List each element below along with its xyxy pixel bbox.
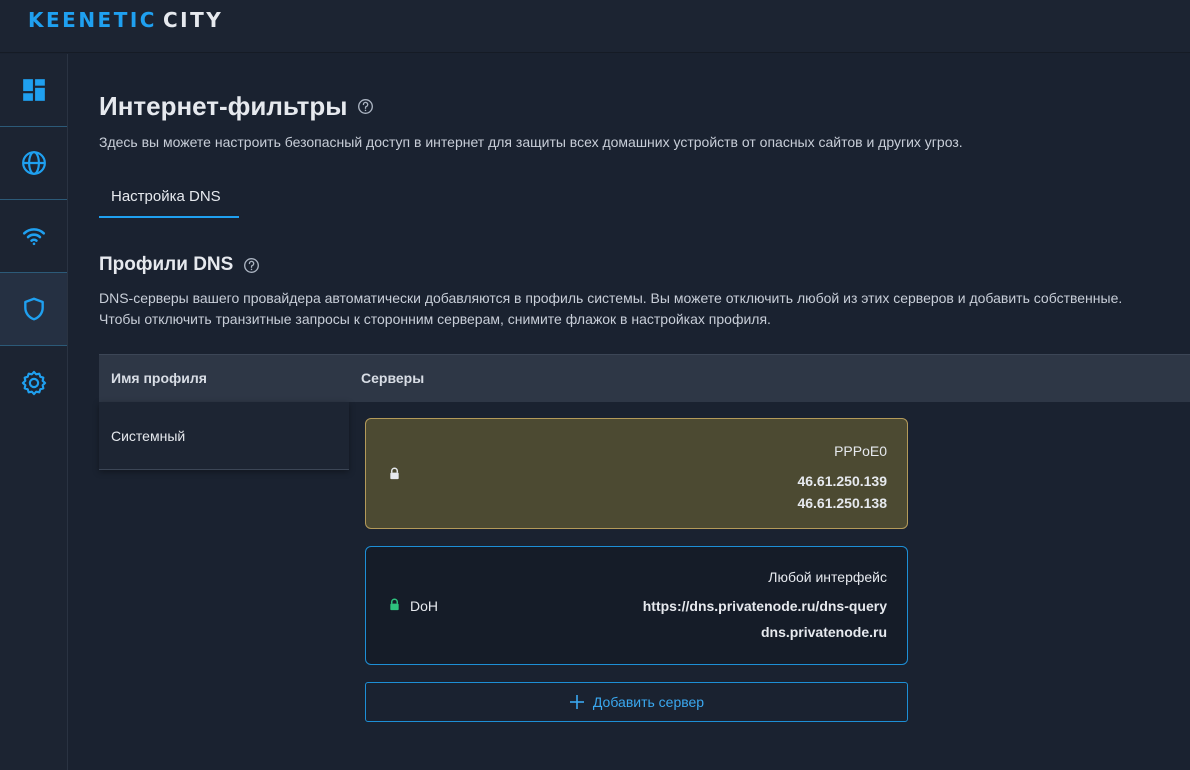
globe-icon (21, 151, 46, 175)
top-bar: KEENETIC CITY (0, 0, 1190, 53)
page-title-text: Интернет-фильтры (99, 91, 348, 121)
sidebar-item-dashboard[interactable] (0, 54, 67, 127)
wifi-icon (22, 228, 45, 246)
server-address: dns.privatenode.ru (760, 624, 887, 640)
section-title-text: Профили DNS (99, 254, 234, 275)
page-title: Интернет-фильтры (99, 91, 374, 122)
server-interface: PPPoE0 (834, 443, 887, 459)
add-server-label: Добавить сервер (592, 694, 705, 710)
server-card-system[interactable]: PPPoE0 46.61.250.139 46.61.250.138 (365, 418, 908, 529)
help-icon[interactable] (243, 257, 260, 274)
server-details: Любой интерфейс https://dns.privatenode.… (643, 569, 887, 640)
logo-model: CITY (162, 8, 224, 32)
server-details: PPPoE0 46.61.250.139 46.61.250.138 (797, 443, 887, 511)
tab-dns-settings[interactable]: Настройка DNS (99, 181, 239, 218)
gear-icon (21, 370, 46, 395)
sidebar (0, 54, 68, 770)
main-content: Интернет-фильтры Здесь вы можете настрои… (68, 54, 1190, 770)
column-header-servers: Серверы (361, 370, 425, 386)
server-address: 46.61.250.138 (797, 495, 887, 511)
sidebar-item-wifi[interactable] (0, 200, 67, 273)
column-header-profile-name: Имя профиля (111, 370, 207, 386)
dashboard-icon (22, 79, 45, 101)
plus-icon (569, 695, 584, 709)
lock-icon (390, 598, 399, 611)
server-interface: Любой интерфейс (768, 569, 887, 585)
section-title-dns-profiles: Профили DNS (99, 254, 260, 276)
profile-row-system[interactable]: Системный (99, 402, 349, 470)
server-address: https://dns.privatenode.ru/dns-query (642, 598, 887, 614)
section-description-line: Чтобы отключить транзитные запросы к сто… (99, 311, 771, 327)
section-description: DNS-серверы вашего провайдера автоматиче… (99, 288, 1122, 330)
server-type-label: DoH (410, 598, 439, 614)
logo-brand: KEENETIC (28, 8, 157, 32)
sidebar-item-settings[interactable] (0, 346, 67, 419)
help-icon[interactable] (357, 98, 374, 115)
server-address: 46.61.250.139 (797, 473, 887, 489)
add-server-button[interactable]: Добавить сервер (365, 682, 908, 722)
keenetic-logo[interactable]: KEENETIC CITY (28, 8, 223, 32)
server-card-doh[interactable]: DoH Любой интерфейс https://dns.privaten… (365, 546, 908, 665)
table-header: Имя профиля Серверы (99, 354, 1190, 402)
page-description: Здесь вы можете настроить безопасный дос… (99, 134, 963, 150)
sidebar-item-internet[interactable] (0, 127, 67, 200)
shield-icon (23, 297, 44, 321)
lock-icon (390, 467, 399, 480)
section-description-line: DNS-серверы вашего провайдера автоматиче… (99, 290, 1123, 306)
sidebar-item-security[interactable] (0, 273, 67, 346)
